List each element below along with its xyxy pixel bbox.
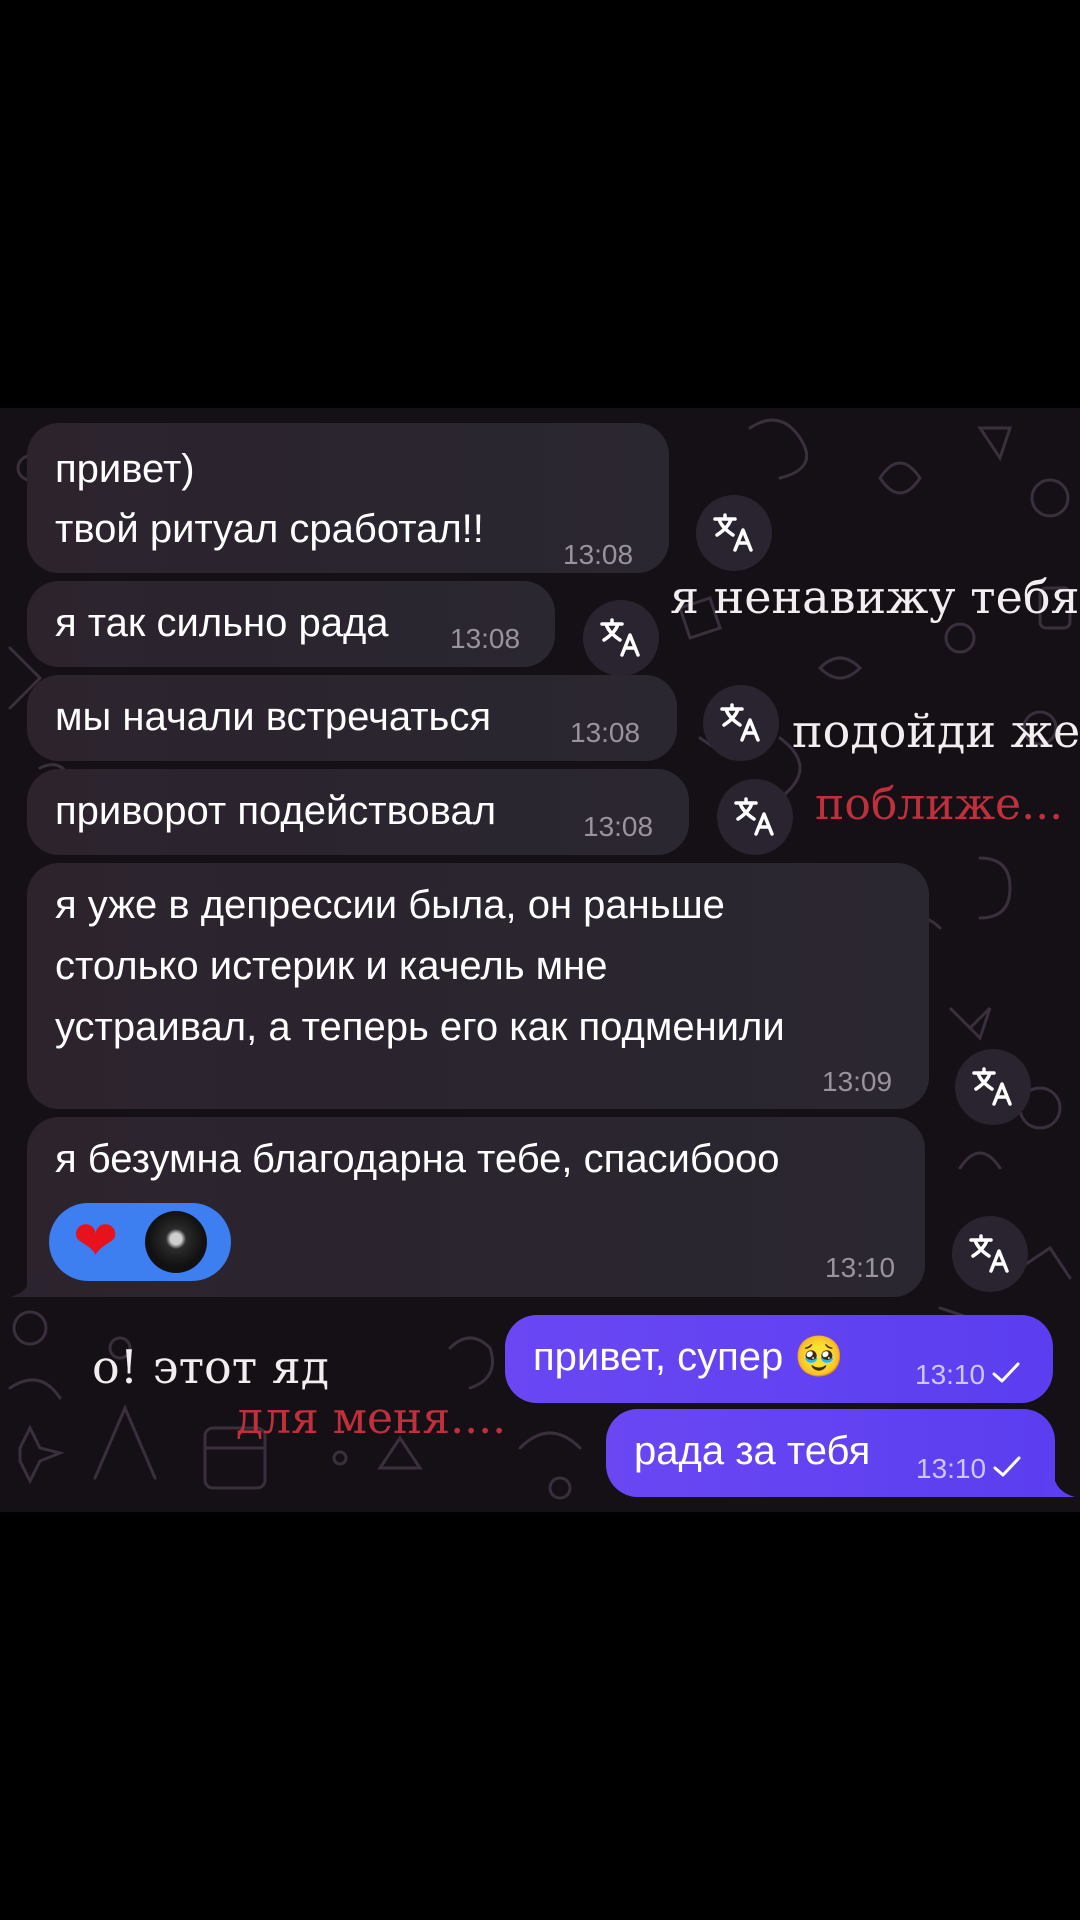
translate-button[interactable]: [717, 779, 793, 855]
chat-area: привет) твой ритуал сработал!! 13:08 я т…: [0, 408, 1080, 1512]
message-text-line: привет): [55, 447, 195, 491]
message-time: 13:08: [570, 717, 641, 748]
translate-button[interactable]: [952, 1216, 1028, 1292]
message-time: 13:09: [822, 1066, 893, 1097]
reaction-pill[interactable]: ❤: [49, 1203, 231, 1281]
message-text-line: твой ритуал сработал!!: [55, 507, 484, 551]
translate-icon: [720, 703, 760, 742]
message-text: привет, супер 🥹: [533, 1335, 845, 1379]
message-time: 13:08: [450, 623, 521, 654]
message-time: 13:10: [825, 1252, 896, 1283]
message-text: я безумна благодарна тебе, спасибооо: [55, 1137, 780, 1181]
message-text: я так сильно рада: [55, 601, 389, 645]
bubble-tail: [1045, 1472, 1075, 1497]
heart-icon: ❤: [73, 1211, 119, 1271]
message-time: 13:10: [916, 1453, 987, 1484]
outgoing-message[interactable]: привет, супер 🥹 13:10: [505, 1315, 1053, 1403]
bubble-tail: [10, 1272, 50, 1297]
incoming-message[interactable]: мы начали встречаться 13:08: [27, 675, 677, 761]
overlay-text: для меня....: [236, 1393, 507, 1444]
message-text-line: устраивал, а теперь его как подменили: [55, 1005, 785, 1049]
translate-button[interactable]: [583, 600, 659, 676]
incoming-message[interactable]: привет) твой ритуал сработал!! 13:08: [27, 423, 669, 573]
translate-button[interactable]: [955, 1049, 1031, 1125]
reactor-avatar: [145, 1211, 207, 1273]
incoming-message[interactable]: приворот подействовал 13:08: [27, 769, 689, 855]
message-time: 13:08: [583, 811, 654, 842]
overlay-text: о! этот яд: [92, 1340, 330, 1394]
translate-button[interactable]: [703, 685, 779, 761]
outgoing-message[interactable]: рада за тебя 13:10: [606, 1409, 1055, 1497]
overlay-text: поближе...: [815, 779, 1064, 830]
check-icon: [993, 1456, 1021, 1477]
message-text-line: я уже в депрессии была, он раньше: [55, 883, 725, 927]
translate-icon: [600, 618, 640, 657]
message-text: рада за тебя: [634, 1429, 871, 1473]
message-text: мы начали встречаться: [55, 695, 492, 739]
translate-icon: [969, 1234, 1009, 1273]
translate-icon: [734, 797, 774, 836]
translate-icon: [972, 1067, 1012, 1106]
check-icon: [992, 1362, 1020, 1383]
message-text-line: столько истерик и качель мне: [55, 944, 608, 988]
message-time: 13:08: [563, 539, 634, 570]
incoming-message[interactable]: я безумна благодарна тебе, спасибооо ❤ 1…: [27, 1117, 925, 1297]
translate-icon: [713, 513, 753, 552]
overlay-text: я ненавижу тебя: [670, 570, 1080, 624]
overlay-text: подойди же: [792, 704, 1080, 758]
message-text: приворот подействовал: [55, 789, 497, 833]
message-time: 13:10: [915, 1359, 986, 1390]
incoming-message[interactable]: я уже в депрессии была, он раньше стольк…: [27, 863, 929, 1109]
translate-button[interactable]: [696, 495, 772, 571]
incoming-message[interactable]: я так сильно рада 13:08: [27, 581, 555, 667]
